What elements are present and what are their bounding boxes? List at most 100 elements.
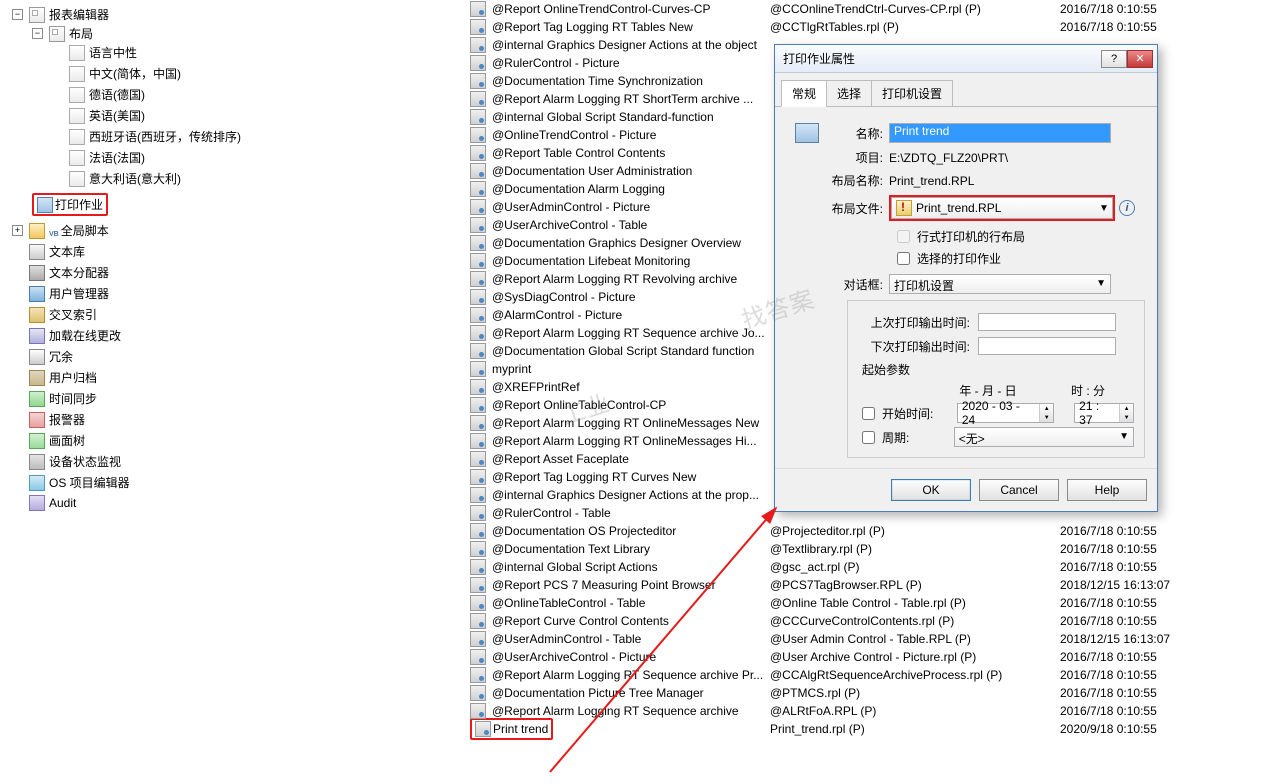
document-icon [470, 469, 486, 485]
cancel-button[interactable]: Cancel [979, 479, 1059, 501]
item-name: @RulerControl - Picture [492, 56, 620, 70]
document-icon [470, 289, 486, 305]
list-item[interactable]: @Documentation Picture Tree Manager@PTMC… [470, 684, 1270, 702]
list-item[interactable]: @UserArchiveControl - Picture@User Archi… [470, 648, 1270, 666]
item-name: @internal Graphics Designer Actions at t… [492, 488, 759, 502]
tree-layout[interactable]: − 布局 [32, 25, 93, 42]
item-date: 2018/12/15 16:13:07 [1060, 632, 1260, 646]
item-name: @OnlineTableControl - Table [492, 596, 645, 610]
print-job-icon [37, 197, 53, 213]
item-name: @Documentation Alarm Logging [492, 182, 665, 196]
tree-load-change[interactable]: 加载在线更改 [12, 327, 121, 344]
name-input[interactable]: Print trend [889, 123, 1111, 143]
layoutfile-dropdown[interactable]: Print_trend.RPL ▼ [891, 197, 1113, 219]
list-item[interactable]: @OnlineTableControl - Table@Online Table… [470, 594, 1270, 612]
list-item[interactable]: @Documentation OS Projecteditor@Projecte… [470, 522, 1270, 540]
tree-lang-fr[interactable]: 法语(法国) [52, 149, 145, 166]
tree-dev-status[interactable]: 设备状态监视 [12, 453, 121, 470]
close-button[interactable]: ✕ [1127, 50, 1153, 68]
item-name: @Documentation Time Synchronization [492, 74, 703, 88]
document-icon [470, 667, 486, 683]
collapse-icon[interactable]: − [32, 28, 43, 39]
item-filename: @User Archive Control - Picture.rpl (P) [770, 650, 1060, 664]
clock-icon [29, 391, 45, 407]
document-icon [470, 109, 486, 125]
tree-time-sync[interactable]: 时间同步 [12, 390, 97, 407]
ok-button[interactable]: OK [891, 479, 971, 501]
tree-lang-es[interactable]: 西班牙语(西班牙，传统排序) [52, 128, 241, 145]
lang-icon [69, 171, 85, 187]
list-item[interactable]: @Report Tag Logging RT Tables New@CCTlgR… [470, 18, 1270, 36]
tree-picture-tree[interactable]: 画面树 [12, 432, 85, 449]
tab-printer[interactable]: 打印机设置 [871, 80, 953, 107]
document-icon [470, 433, 486, 449]
tab-general[interactable]: 常规 [781, 80, 827, 107]
tree-horn[interactable]: 报警器 [12, 411, 85, 428]
item-name: @UserAdminControl - Table [492, 632, 641, 646]
tree-lang-de[interactable]: 德语(德国) [52, 86, 145, 103]
tree-lang-it[interactable]: 意大利语(意大利) [52, 170, 181, 187]
collapse-icon[interactable]: − [12, 9, 23, 20]
item-name: @Report Table Control Contents [492, 146, 665, 160]
tree-text-dist[interactable]: 文本分配器 [12, 264, 109, 281]
document-icon [470, 91, 486, 107]
document-icon [470, 595, 486, 611]
tree-root[interactable]: − 报表编辑器 [12, 6, 109, 23]
list-item[interactable]: @UserAdminControl - Table@User Admin Con… [470, 630, 1270, 648]
document-icon [470, 541, 486, 557]
checkbox-selected-job[interactable]: 选择的打印作业 [893, 249, 1145, 268]
list-item[interactable]: @Report Alarm Logging RT Sequence archiv… [470, 666, 1270, 684]
tree-view: − 报表编辑器 − 布局 语言中性 中文(简体，中国) [4, 4, 470, 514]
dialog-tabs: 常规 选择 打印机设置 [775, 73, 1157, 107]
checkbox-period[interactable]: 周期: [858, 428, 934, 447]
tree-os-editor[interactable]: OS 项目编辑器 [12, 474, 130, 491]
item-filename: @CCOnlineTrendCtrl-Curves-CP.rpl (P) [770, 2, 1060, 16]
list-item[interactable]: @Report PCS 7 Measuring Point Browser@PC… [470, 576, 1270, 594]
list-item[interactable]: @Report Curve Control Contents@CCCurveCo… [470, 612, 1270, 630]
tree-text-lib[interactable]: 文本库 [12, 243, 85, 260]
item-name: @Documentation OS Projecteditor [492, 524, 676, 538]
document-icon [470, 1, 486, 17]
tree-redundancy[interactable]: 冗余 [12, 348, 73, 365]
print-job-properties-dialog: 打印作业属性 ? ✕ 常规 选择 打印机设置 名称: Print trend 项… [774, 44, 1158, 512]
tab-select[interactable]: 选择 [826, 80, 872, 107]
info-icon[interactable]: i [1119, 200, 1135, 216]
item-name: @Report Asset Faceplate [492, 452, 629, 466]
help-button-titlebar[interactable]: ? [1101, 50, 1127, 68]
document-icon [470, 415, 486, 431]
document-icon [470, 631, 486, 647]
period-dropdown[interactable]: <无>▼ [954, 427, 1134, 447]
dialogbox-dropdown[interactable]: 打印机设置▼ [889, 274, 1111, 294]
item-date: 2016/7/18 0:10:55 [1060, 20, 1260, 34]
document-icon [470, 703, 486, 719]
document-icon [470, 577, 486, 593]
lang-icon [69, 45, 85, 61]
tree-lang-en[interactable]: 英语(美国) [52, 107, 145, 124]
tree-global-script[interactable]: +VB全局脚本 [12, 222, 109, 239]
item-filename: @CCCurveControlContents.rpl (P) [770, 614, 1060, 628]
item-name: @internal Global Script Actions [492, 560, 658, 574]
help-button[interactable]: Help [1067, 479, 1147, 501]
item-date: 2016/7/18 0:10:55 [1060, 524, 1260, 538]
checkbox-start-time[interactable]: 开始时间: [858, 404, 937, 423]
start-date-input[interactable]: 2020 - 03 - 24▲▼ [957, 403, 1054, 423]
list-item[interactable]: @internal Global Script Actions@gsc_act.… [470, 558, 1270, 576]
tree-user-admin[interactable]: 用户管理器 [12, 285, 109, 302]
col-date-label: 年 - 月 - 日 [938, 382, 1038, 399]
list-item[interactable]: Print trendPrint_trend.rpl (P)2020/9/18 … [470, 720, 1270, 738]
tree-lang-cn[interactable]: 中文(简体，中国) [52, 65, 181, 82]
tree-xref[interactable]: 交叉索引 [12, 306, 97, 323]
tree-lang-neutral[interactable]: 语言中性 [52, 44, 137, 61]
document-icon [470, 361, 486, 377]
document-icon [470, 55, 486, 71]
tree-audit[interactable]: Audit [12, 495, 76, 511]
start-time-input[interactable]: 21 : 37▲▼ [1074, 403, 1134, 423]
item-name: @Documentation Graphics Designer Overvie… [492, 236, 741, 250]
checkbox-line-printer[interactable]: 行式打印机的行布局 [893, 227, 1145, 246]
tree-user-archive[interactable]: 用户归档 [12, 369, 97, 386]
startparam-label: 起始参数 [862, 361, 1134, 378]
list-item[interactable]: @Report OnlineTrendControl-Curves-CP@CCO… [470, 0, 1270, 18]
tree-print-job[interactable]: 打印作业 [32, 193, 108, 216]
item-name: @XREFPrintRef [492, 380, 580, 394]
list-item[interactable]: @Documentation Text Library@Textlibrary.… [470, 540, 1270, 558]
